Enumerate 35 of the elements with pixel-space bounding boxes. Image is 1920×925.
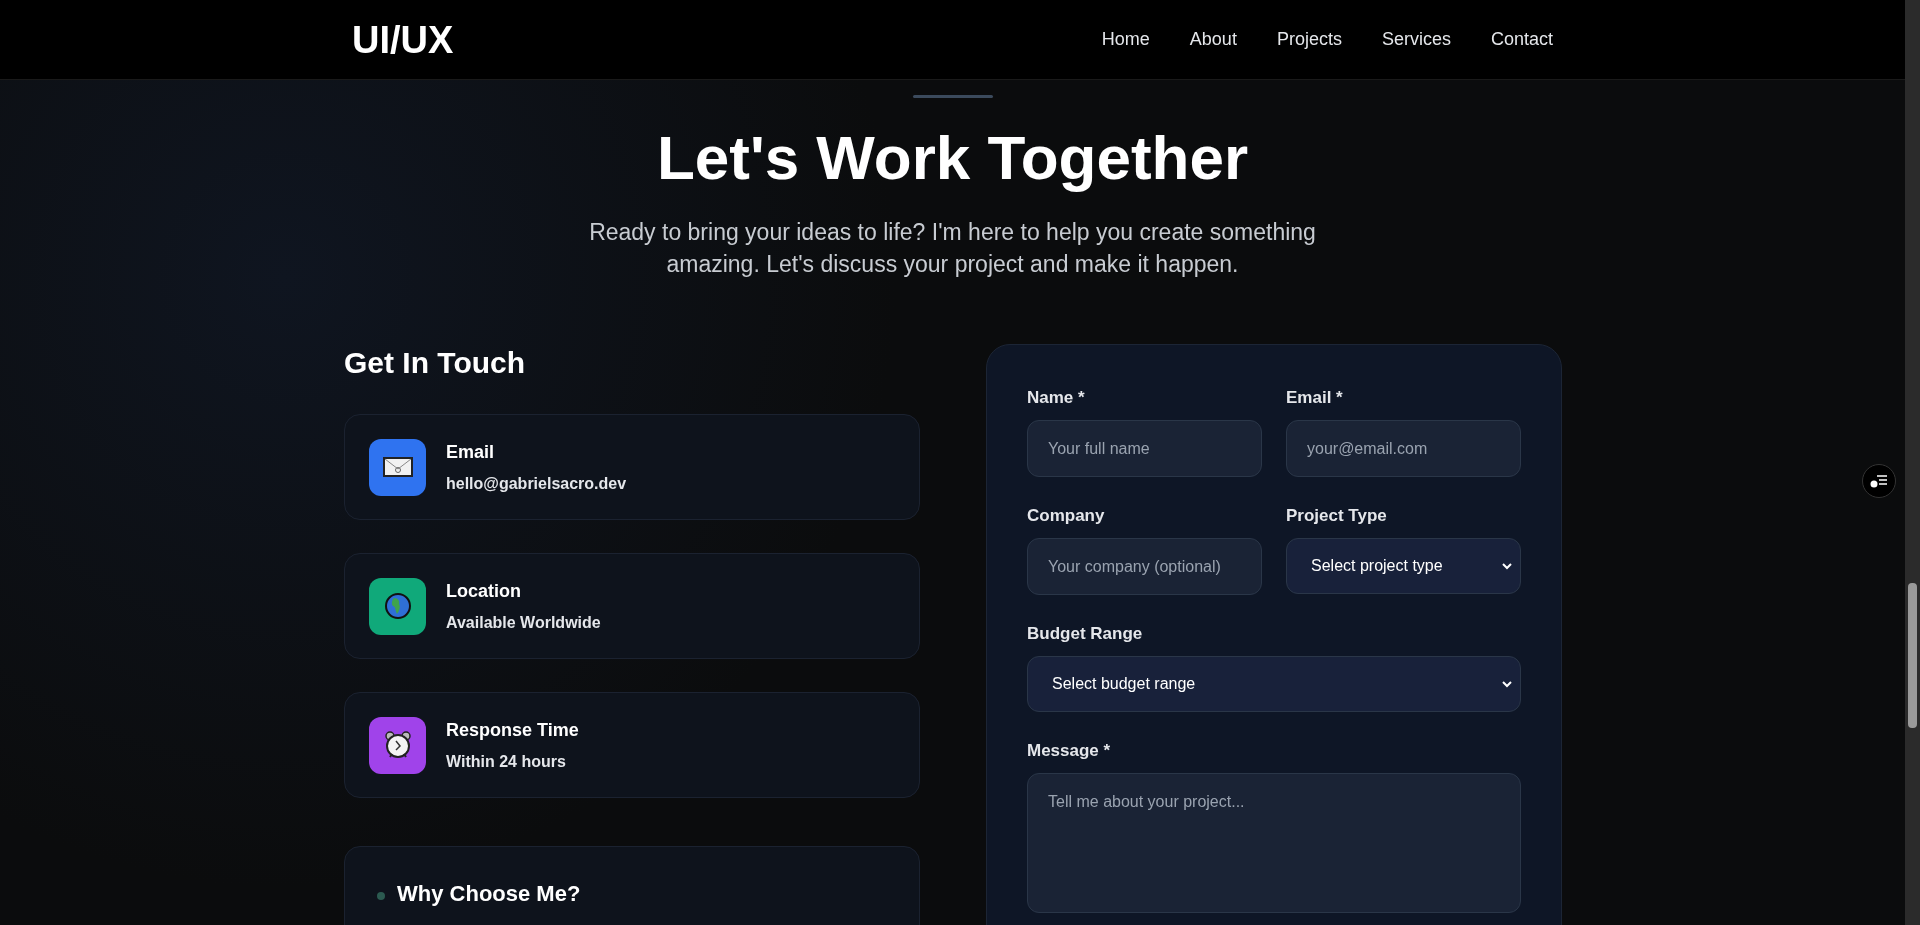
field-label: Budget Range — [1027, 625, 1144, 642]
alarm-clock-icon — [382, 730, 413, 760]
nav-link[interactable]: About — [1189, 26, 1237, 53]
contact-title: Email — [446, 440, 496, 464]
envelope-icon — [382, 456, 413, 478]
scrollbar-thumb[interactable] — [1908, 583, 1917, 728]
contact-value: hello@gabrielsacro.dev — [446, 473, 627, 494]
section-title: Let's Work Together — [656, 122, 1249, 194]
chevron-down-icon — [1502, 562, 1512, 570]
nav-link[interactable]: Services — [1381, 26, 1451, 53]
field-label: Email * — [1286, 389, 1344, 406]
contact-value: Within 24 hours — [446, 751, 567, 772]
nav-link[interactable]: Home — [1101, 26, 1150, 53]
logo[interactable]: UI/UX — [352, 20, 454, 59]
input-field[interactable]: Your full name — [1027, 420, 1262, 477]
section-subtitle: Ready to bring your ideas to life? I'm here to help you create something amazing. Let's discuss your project and make it happen. — [588, 218, 1317, 279]
chevron-down-icon — [1502, 680, 1512, 688]
input-field[interactable]: your@email.com — [1286, 420, 1521, 477]
contact-title: Location — [446, 579, 522, 603]
field-label: Name * — [1027, 389, 1086, 406]
contact-title: Response Time — [446, 718, 579, 742]
input-field[interactable]: Your company (optional) — [1027, 538, 1262, 595]
field-label: Project Type — [1286, 507, 1388, 524]
contact-value: Available Worldwide — [446, 612, 601, 633]
filter-list-icon — [1870, 474, 1888, 488]
why-heading: Why Choose Me? — [397, 883, 581, 905]
select-dropdown[interactable]: Select project type — [1286, 538, 1521, 594]
globe-icon — [383, 592, 412, 620]
field-label: Company — [1027, 507, 1106, 524]
nav-link[interactable]: Projects — [1276, 26, 1342, 53]
message-field[interactable]: Tell me about your project... — [1027, 773, 1521, 913]
nav-link[interactable]: Contact — [1490, 26, 1553, 53]
contact-heading: Get In Touch — [344, 348, 527, 378]
select-dropdown[interactable]: Select budget range — [1027, 656, 1521, 712]
field-label: Message * — [1027, 742, 1112, 759]
